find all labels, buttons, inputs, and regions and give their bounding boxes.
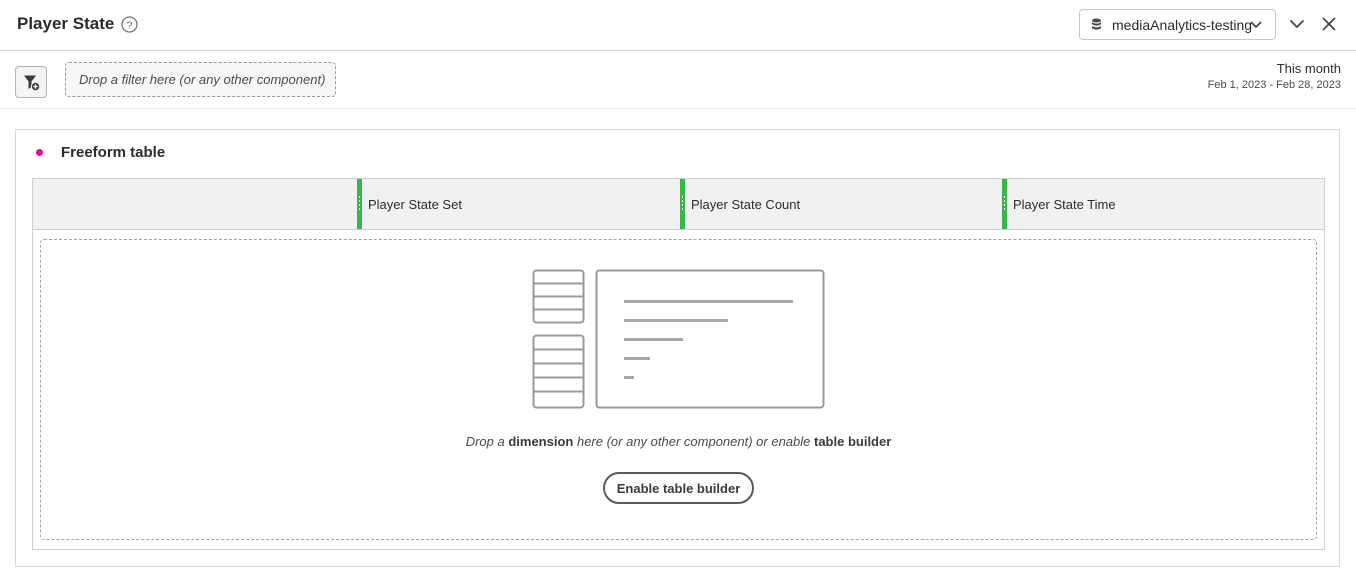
table-header: Player State Set Player State Count Play… [33, 179, 1324, 230]
column-label: Player State Time [1013, 197, 1116, 212]
column-label: Player State Count [691, 197, 801, 212]
freeform-table: Player State Set Player State Count Play… [32, 178, 1325, 550]
report-suite-picker[interactable]: mediaAnalytics-testing [1079, 9, 1276, 40]
filter-bar: Drop a filter here (or any other compone… [0, 51, 1356, 109]
add-filter-button[interactable] [15, 66, 47, 98]
dimension-drop-zone[interactable]: Drop a dimension here (or any other comp… [40, 239, 1317, 540]
chevron-down-icon [1250, 21, 1262, 28]
column-header-player-state-time[interactable]: Player State Time [1002, 179, 1324, 229]
column-header-player-state-count[interactable]: Player State Count [680, 179, 1002, 229]
enable-table-builder-button[interactable]: Enable table builder [603, 472, 754, 504]
panel-title[interactable]: Freeform table [61, 144, 165, 161]
dimension-keyword: dimension [508, 434, 574, 449]
date-range-title: This month [1276, 61, 1341, 76]
svg-text:?: ? [127, 20, 133, 32]
column-header-player-state-set[interactable]: Player State Set [357, 179, 679, 229]
filter-add-icon [24, 75, 41, 92]
help-icon[interactable]: ? [121, 16, 138, 33]
table-builder-keyword: table builder [814, 434, 892, 449]
filter-drop-placeholder: Drop a filter here (or any other compone… [79, 72, 326, 87]
report-suite-label: mediaAnalytics-testing [1112, 17, 1253, 33]
date-range-value: Feb 1, 2023 - Feb 28, 2023 [1207, 79, 1341, 91]
drop-instructions: Drop a dimension here (or any other comp… [465, 434, 892, 449]
empty-table-illustration [532, 269, 825, 409]
date-range-selector[interactable]: This month Feb 1, 2023 - Feb 28, 2023 [1208, 61, 1341, 93]
collapse-icon[interactable] [1289, 17, 1305, 31]
column-label: Player State Set [368, 197, 462, 212]
page-title: Player State [17, 14, 115, 33]
filter-drop-zone[interactable]: Drop a filter here (or any other compone… [65, 62, 336, 97]
freeform-table-panel: Freeform table Player State Set Player S… [15, 129, 1340, 567]
panel-status-dot [36, 149, 43, 156]
close-icon[interactable] [1322, 17, 1336, 31]
database-icon [1092, 18, 1101, 30]
panel-header: Player State ? mediaAnalytics-testing [0, 0, 1356, 51]
